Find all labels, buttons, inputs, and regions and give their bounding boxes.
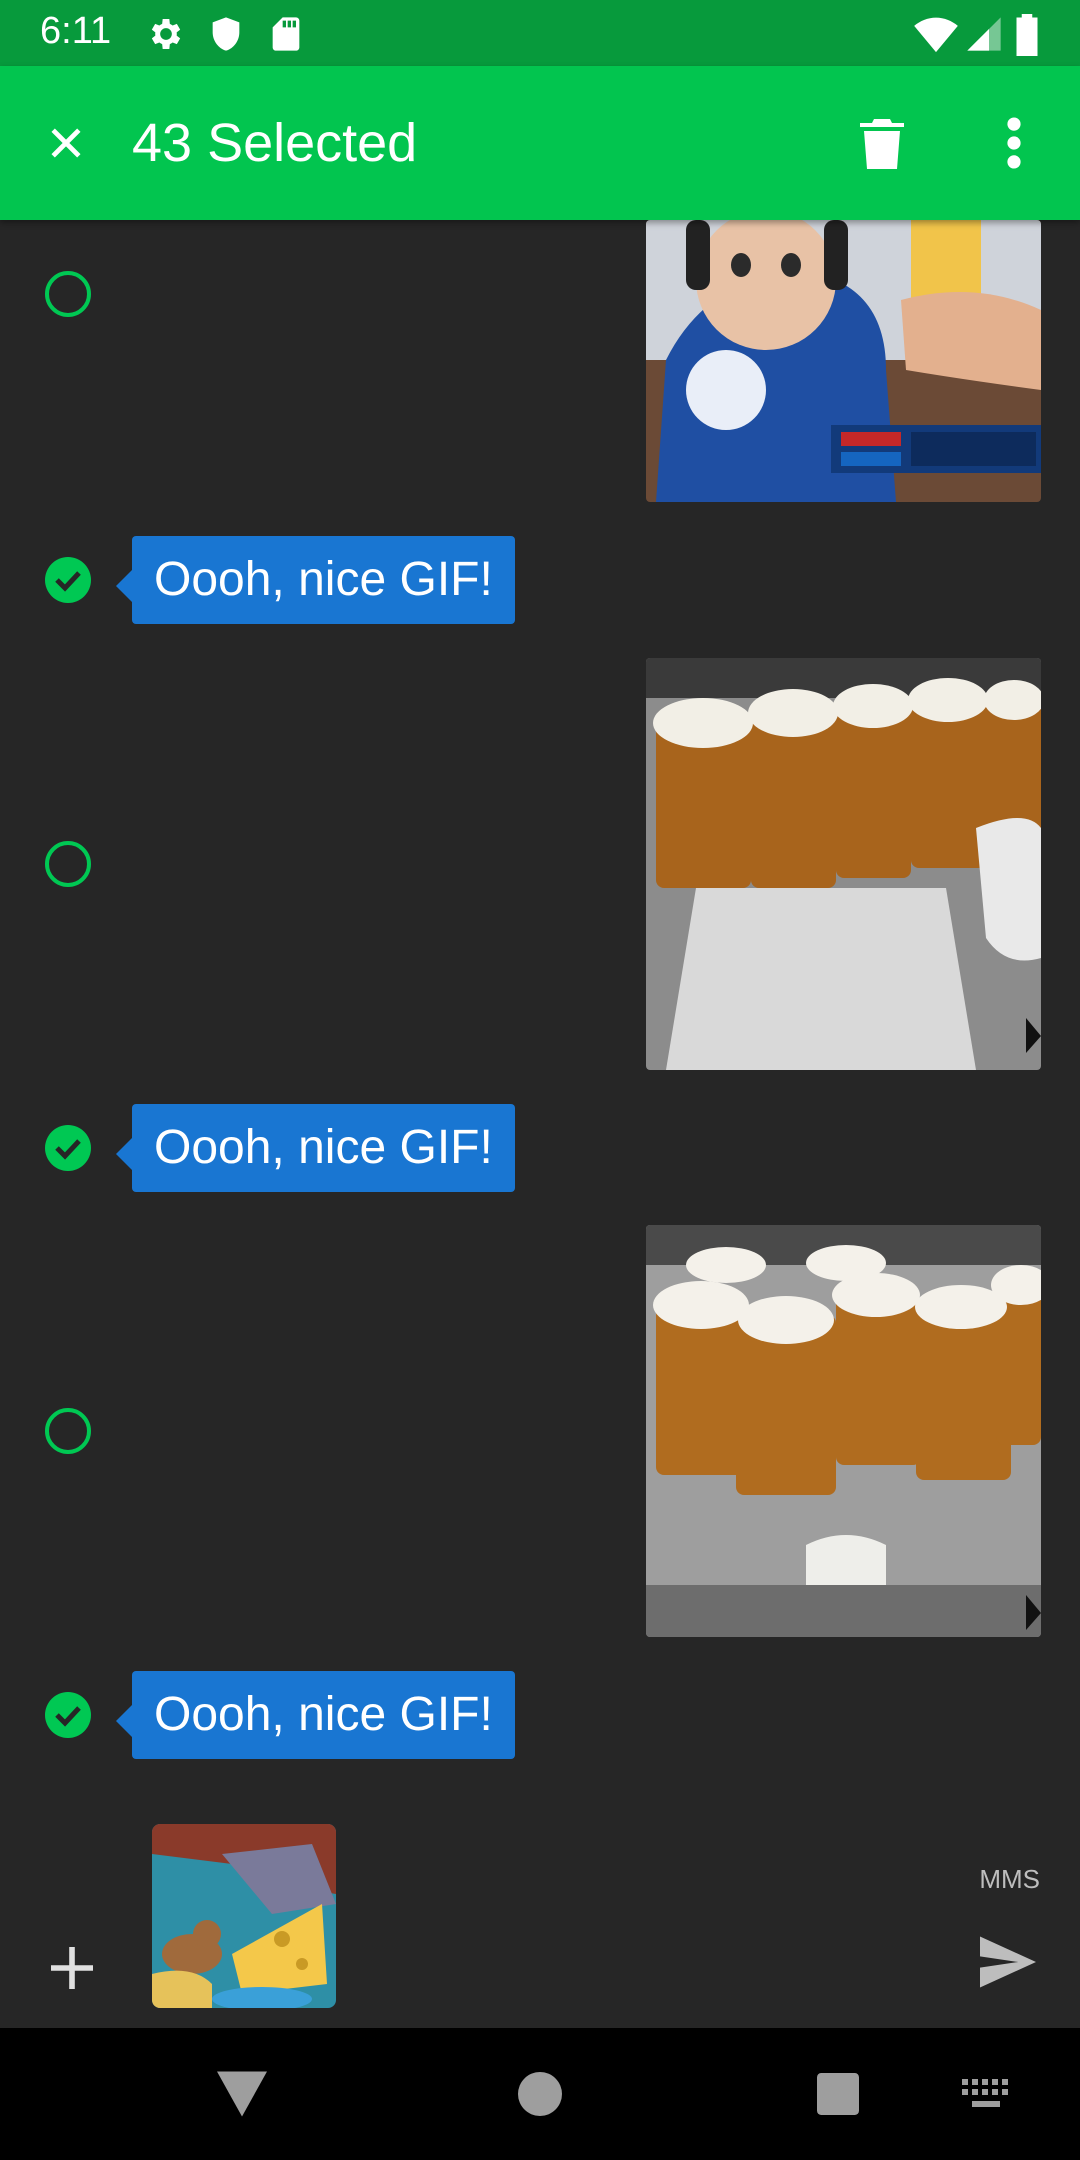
shield-icon	[206, 14, 246, 54]
unchecked-circle-icon[interactable]	[44, 270, 92, 318]
unchecked-circle-icon[interactable]	[44, 840, 92, 888]
message-bubble[interactable]: Oooh, nice GIF!	[116, 1104, 515, 1192]
home-icon	[518, 2072, 562, 2116]
system-navigation-bar	[0, 2028, 1080, 2160]
wifi-icon	[914, 14, 958, 54]
message-item[interactable]: Oooh, nice GIF!	[0, 1104, 1080, 1192]
plus-icon	[51, 1947, 93, 1989]
send-button[interactable]	[968, 1922, 1048, 2002]
more-options-button[interactable]	[974, 103, 1054, 183]
settings-icon	[146, 14, 186, 54]
unchecked-circle-icon[interactable]	[44, 1407, 92, 1455]
send-icon	[980, 1936, 1036, 1988]
nav-back-button[interactable]	[206, 2058, 278, 2130]
nav-recents-button[interactable]	[802, 2058, 874, 2130]
message-bubble[interactable]: Oooh, nice GIF!	[116, 1671, 515, 1759]
message-item[interactable]	[0, 658, 1080, 1070]
cell-signal-icon	[964, 14, 1004, 54]
trash-icon	[860, 119, 904, 169]
nav-home-button[interactable]	[504, 2058, 576, 2130]
message-bubble[interactable]: Oooh, nice GIF!	[116, 536, 515, 624]
beer-steins-gif[interactable]	[646, 1225, 1041, 1637]
message-type-label: MMS	[979, 1864, 1040, 1894]
message-item[interactable]: Oooh, nice GIF!	[0, 536, 1080, 624]
message-list[interactable]: Oooh, nice GIF! Oooh, nice GIF! Oooh, ni…	[0, 220, 1080, 1812]
status-time: 6:11	[40, 10, 112, 52]
delete-button[interactable]	[842, 103, 922, 183]
recents-icon	[817, 2073, 859, 2115]
checked-circle-icon[interactable]	[44, 556, 92, 604]
more-vert-icon	[1007, 117, 1021, 169]
status-bar: 6:11	[0, 0, 1080, 66]
baby-blue-jays-gif[interactable]	[646, 220, 1041, 502]
battery-icon	[1012, 14, 1042, 56]
cartoon-mouse-cheese-gif[interactable]	[152, 1824, 336, 2008]
message-item[interactable]	[0, 1225, 1080, 1637]
selection-app-bar: 43 Selected	[0, 66, 1080, 220]
selection-count-title: 43 Selected	[132, 113, 418, 173]
add-attachment-button[interactable]	[36, 1932, 108, 2004]
message-item[interactable]	[0, 220, 1080, 502]
close-button[interactable]	[26, 103, 106, 183]
message-composer: MMS	[0, 1812, 1080, 2028]
back-icon	[217, 2071, 267, 2117]
keyboard-switch-button[interactable]	[950, 2058, 1022, 2130]
message-item[interactable]: Oooh, nice GIF!	[0, 1671, 1080, 1759]
keyboard-icon	[962, 2079, 1008, 2107]
sd-card-icon	[266, 14, 306, 54]
close-icon	[51, 128, 81, 158]
checked-circle-icon[interactable]	[44, 1691, 92, 1739]
checked-circle-icon[interactable]	[44, 1124, 92, 1172]
beer-steins-gif[interactable]	[646, 658, 1041, 1070]
